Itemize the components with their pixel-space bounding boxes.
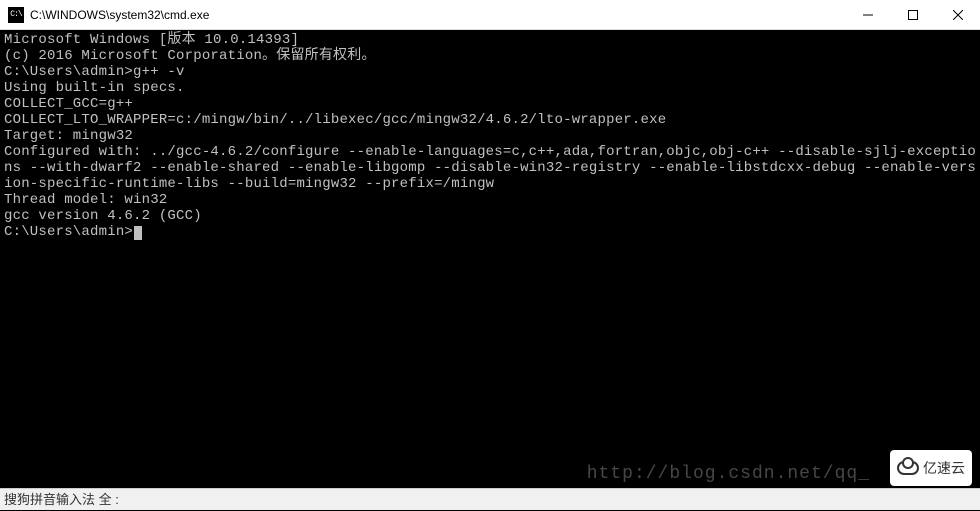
window-title: C:\WINDOWS\system32\cmd.exe	[30, 8, 845, 22]
window-titlebar: C:\ C:\WINDOWS\system32\cmd.exe	[0, 0, 980, 30]
minimize-button[interactable]	[845, 0, 890, 29]
cursor	[134, 226, 142, 240]
terminal-line: Target: mingw32	[4, 128, 976, 144]
terminal-line: (c) 2016 Microsoft Corporation。保留所有权利。	[4, 48, 976, 64]
maximize-button[interactable]	[890, 0, 935, 29]
terminal-line: Microsoft Windows [版本 10.0.14393]	[4, 32, 976, 48]
terminal-line: Thread model: win32	[4, 192, 976, 208]
terminal-line: COLLECT_LTO_WRAPPER=c:/mingw/bin/../libe…	[4, 112, 976, 128]
terminal-line: COLLECT_GCC=g++	[4, 96, 976, 112]
close-button[interactable]	[935, 0, 980, 29]
terminal-output[interactable]: Microsoft Windows [版本 10.0.14393](c) 201…	[0, 30, 980, 475]
ime-status-bar: 搜狗拼音输入法 全 :	[0, 488, 980, 510]
terminal-line: gcc version 4.6.2 (GCC)	[4, 208, 976, 224]
window-controls	[845, 0, 980, 29]
ime-text: 搜狗拼音输入法 全 :	[4, 492, 119, 507]
terminal-prompt: C:\Users\admin>	[4, 224, 133, 240]
cmd-icon: C:\	[8, 7, 24, 23]
cloud-icon	[897, 461, 919, 475]
logo-text: 亿速云	[923, 458, 965, 478]
logo-badge: 亿速云	[890, 450, 972, 486]
terminal-line: C:\Users\admin>g++ -v	[4, 64, 976, 80]
terminal-prompt-line[interactable]: C:\Users\admin>	[4, 224, 976, 240]
terminal-line: Using built-in specs.	[4, 80, 976, 96]
terminal-line: Configured with: ../gcc-4.6.2/configure …	[4, 144, 976, 192]
